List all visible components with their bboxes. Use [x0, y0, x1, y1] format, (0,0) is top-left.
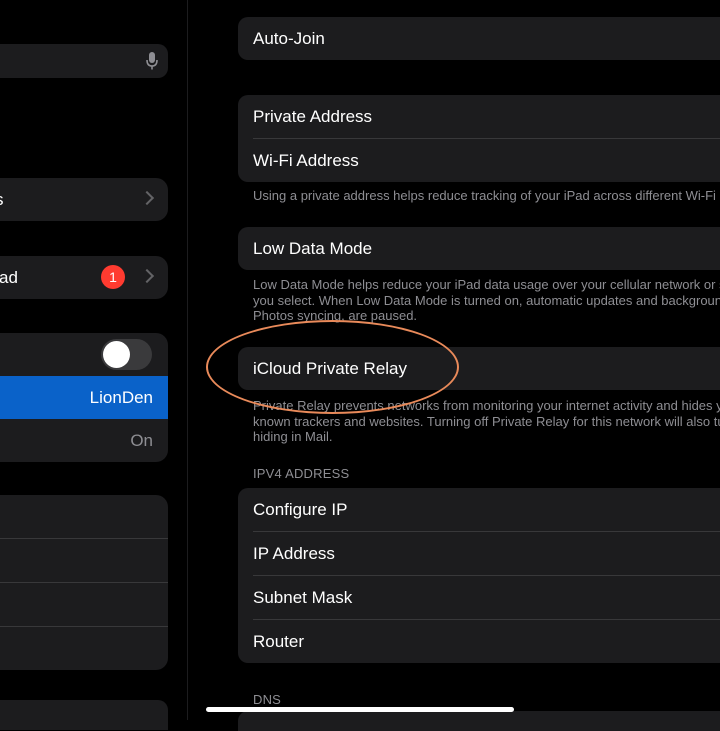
group-low-data: Low Data Mode [238, 227, 720, 270]
sidebar-group-services: s [0, 178, 168, 221]
sidebar-item-ipad[interactable]: ad 1 [0, 256, 168, 299]
configure-ip-label: Configure IP [253, 500, 348, 519]
sidebar-group-connectivity: LionDen On [0, 333, 168, 462]
home-indicator[interactable] [206, 707, 514, 712]
auto-join-label: Auto-Join [253, 29, 325, 48]
sidebar-item-label: s [0, 190, 4, 210]
wifi-address-row: Wi-Fi Address [238, 139, 720, 182]
sidebar-group-partial [0, 700, 168, 730]
sidebar-item-bluetooth[interactable]: On [0, 419, 168, 462]
sidebar-item-airplane-mode[interactable] [0, 333, 168, 376]
section-header-dns: DNS [253, 692, 282, 707]
group-auto-join: Auto-Join [238, 17, 720, 60]
microphone-icon[interactable] [146, 52, 158, 70]
private-address-row[interactable]: Private Address [238, 95, 720, 138]
airplane-mode-toggle[interactable] [101, 339, 152, 370]
low-data-note: Low Data Mode helps reduce your iPad dat… [253, 277, 720, 324]
note-line: Low Data Mode helps reduce your iPad dat… [253, 277, 720, 292]
highlight-ellipse [206, 320, 459, 414]
note-line: you select. When Low Data Mode is turned… [253, 292, 720, 308]
bluetooth-value: On [130, 431, 153, 450]
private-address-label: Private Address [253, 107, 373, 126]
sidebar-group-ipad: ad 1 [0, 256, 168, 299]
section-header-ipv4: IPV4 ADDRESS [253, 466, 350, 481]
wifi-network-value: LionDen [89, 388, 153, 407]
sidebar-item[interactable] [0, 583, 168, 626]
search-field[interactable] [0, 44, 168, 78]
router-label: Router [253, 632, 305, 651]
sidebar-item-wifi[interactable]: LionDen [0, 376, 168, 419]
auto-join-row[interactable]: Auto-Join [238, 17, 720, 60]
sidebar-item[interactable] [0, 539, 168, 582]
subnet-mask-label: Subnet Mask [253, 588, 353, 607]
ip-address-row: IP Address [238, 532, 720, 575]
note-line: hiding in Mail. [253, 429, 333, 444]
toggle-knob [103, 341, 130, 368]
router-row: Router [238, 620, 720, 663]
configure-ip-row[interactable]: Configure IP [238, 488, 720, 531]
chevron-right-icon [139, 268, 155, 284]
ip-address-label: IP Address [253, 544, 335, 563]
notification-badge: 1 [101, 265, 125, 289]
group-private-address: Private Address Wi-Fi Address [238, 95, 720, 182]
private-address-note: Using a private address helps reduce tra… [253, 188, 720, 203]
split-divider [187, 0, 188, 720]
subnet-mask-row: Subnet Mask [238, 576, 720, 619]
group-ipv4: Configure IP IP Address Subnet Mask Rout… [238, 488, 720, 663]
sidebar-item[interactable] [0, 495, 168, 538]
chevron-right-icon [139, 190, 155, 206]
wifi-address-label: Wi-Fi Address [253, 151, 359, 170]
sidebar-item[interactable] [0, 627, 168, 670]
sidebar-group-notifications [0, 495, 168, 670]
note-line: known trackers and websites. Turning off… [253, 413, 720, 429]
sidebar-item-services[interactable]: s [0, 178, 168, 221]
group-dns-partial [238, 711, 720, 731]
low-data-mode-label: Low Data Mode [253, 239, 373, 258]
sidebar-item-label: ad [0, 268, 18, 287]
low-data-mode-row[interactable]: Low Data Mode [238, 227, 720, 270]
